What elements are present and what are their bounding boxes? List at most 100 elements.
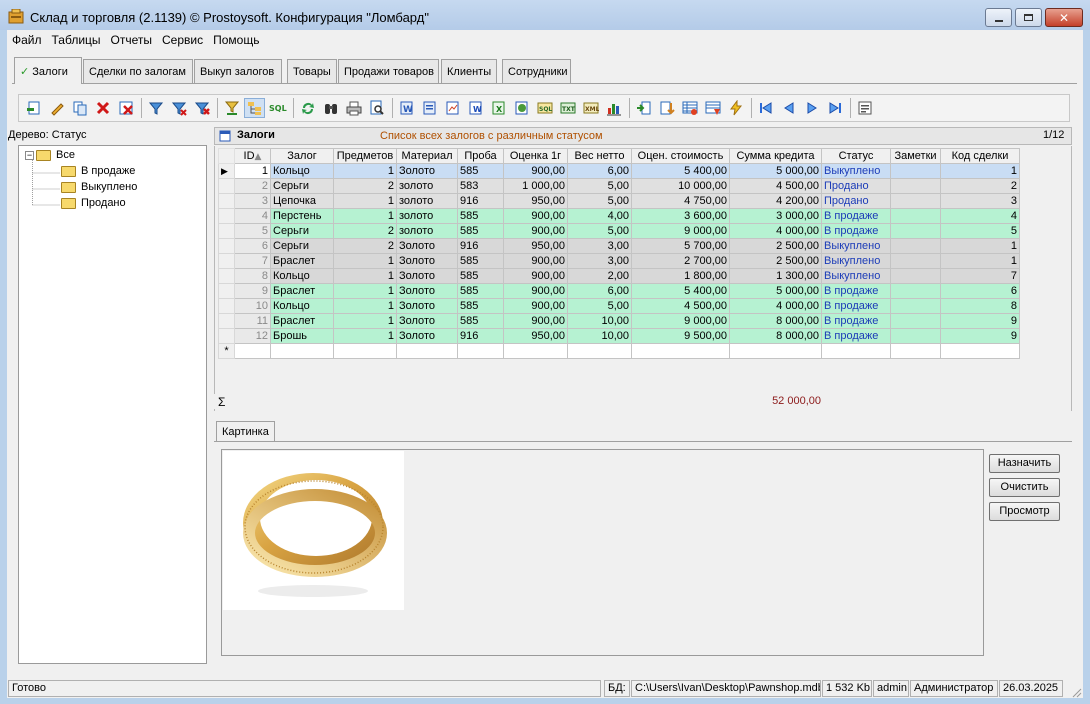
add-record-icon[interactable] xyxy=(23,98,44,118)
tab-pledge-deals[interactable]: Сделки по залогам xyxy=(83,59,193,83)
cell-item[interactable]: Перстень xyxy=(270,208,334,224)
cell-qty[interactable]: 1 xyxy=(333,283,397,299)
cell-notes[interactable] xyxy=(890,313,941,329)
cell-weight[interactable]: 5,00 xyxy=(567,223,632,239)
table-row[interactable]: 5 Серьги 2 золото 585 900,00 5,00 9 000,00 4 000… xyxy=(218,223,1020,239)
cell-status[interactable]: Выкуплено xyxy=(821,253,891,269)
tab-buyout[interactable]: Выкуп залогов xyxy=(194,59,282,83)
assign-button[interactable]: Назначить xyxy=(989,454,1060,473)
cell-status[interactable]: В продаже xyxy=(821,208,891,224)
cell-value[interactable]: 5 700,00 xyxy=(631,238,730,254)
table-row[interactable]: 2 Серьги 2 золото 583 1 000,00 5,00 10 000,00 4 … xyxy=(218,178,1020,194)
tab-picture[interactable]: Картинка xyxy=(216,421,275,442)
cell-id[interactable]: 9 xyxy=(234,283,271,299)
cell-item[interactable]: Кольцо xyxy=(270,298,334,314)
close-button[interactable]: ✕ xyxy=(1045,8,1083,27)
view-button[interactable]: Просмотр xyxy=(989,502,1060,521)
new-row-cell[interactable] xyxy=(729,343,822,359)
copy-record-icon[interactable] xyxy=(69,98,90,118)
cell-id[interactable]: 3 xyxy=(234,193,271,209)
col-value[interactable]: Оцен. стоимость xyxy=(631,148,730,164)
first-record-icon[interactable] xyxy=(755,98,776,118)
cell-notes[interactable] xyxy=(890,163,941,179)
row-indicator[interactable] xyxy=(218,238,235,254)
table-settings-icon[interactable] xyxy=(679,98,700,118)
cell-price[interactable]: 900,00 xyxy=(503,208,568,224)
edit-record-icon[interactable] xyxy=(46,98,67,118)
cell-value[interactable]: 1 800,00 xyxy=(631,268,730,284)
cell-value[interactable]: 10 000,00 xyxy=(631,178,730,194)
menu-file[interactable]: Файл xyxy=(7,30,47,50)
cell-deal[interactable]: 6 xyxy=(940,283,1020,299)
cell-status[interactable]: Выкуплено xyxy=(821,163,891,179)
cell-item[interactable]: Серьги xyxy=(270,223,334,239)
filter-add-icon[interactable] xyxy=(168,98,189,118)
binoculars-icon[interactable] xyxy=(320,98,341,118)
cell-mat[interactable]: Золото xyxy=(396,163,458,179)
cell-probe[interactable]: 585 xyxy=(457,313,504,329)
cell-item[interactable]: Серьги xyxy=(270,178,334,194)
new-row-cell[interactable] xyxy=(396,343,458,359)
export-html-icon[interactable] xyxy=(511,98,532,118)
cell-notes[interactable] xyxy=(890,223,941,239)
cell-credit[interactable]: 8 000,00 xyxy=(729,313,822,329)
table-row[interactable]: 8 Кольцо 1 Золото 585 900,00 2,00 1 800,00 1 300… xyxy=(218,268,1020,284)
col-qty[interactable]: Предметов xyxy=(333,148,397,164)
current-row-indicator[interactable]: ▶ xyxy=(218,163,235,179)
new-row-cell[interactable] xyxy=(890,343,941,359)
cell-id[interactable]: 1 xyxy=(234,163,271,179)
minimize-button[interactable] xyxy=(985,8,1012,27)
cell-qty[interactable]: 2 xyxy=(333,178,397,194)
tab-goods-sales[interactable]: Продажи товаров xyxy=(338,59,439,83)
cell-status[interactable]: Продано xyxy=(821,178,891,194)
new-row-cell[interactable] xyxy=(631,343,730,359)
cell-deal[interactable]: 1 xyxy=(940,163,1020,179)
tab-employees[interactable]: Сотрудники xyxy=(502,59,571,83)
cell-weight[interactable]: 3,00 xyxy=(567,238,632,254)
cell-credit[interactable]: 8 000,00 xyxy=(729,328,822,344)
cell-probe[interactable]: 585 xyxy=(457,298,504,314)
cell-value[interactable]: 2 700,00 xyxy=(631,253,730,269)
cell-value[interactable]: 4 500,00 xyxy=(631,298,730,314)
cell-value[interactable]: 5 400,00 xyxy=(631,283,730,299)
cell-qty[interactable]: 1 xyxy=(333,313,397,329)
cell-mat[interactable]: золото xyxy=(396,193,458,209)
cell-weight[interactable]: 10,00 xyxy=(567,313,632,329)
cell-notes[interactable] xyxy=(890,208,941,224)
cell-value[interactable]: 9 000,00 xyxy=(631,223,730,239)
cell-mat[interactable]: золото xyxy=(396,178,458,194)
cell-deal[interactable]: 2 xyxy=(940,178,1020,194)
cell-credit[interactable]: 4 200,00 xyxy=(729,193,822,209)
row-indicator[interactable] xyxy=(218,283,235,299)
table-row[interactable]: 10 Кольцо 1 Золото 585 900,00 5,00 4 500,00 4 00… xyxy=(218,298,1020,314)
cell-credit[interactable]: 3 000,00 xyxy=(729,208,822,224)
menu-help[interactable]: Помощь xyxy=(208,30,264,50)
col-price[interactable]: Оценка 1г xyxy=(503,148,568,164)
cell-mat[interactable]: Золото xyxy=(396,268,458,284)
cell-price[interactable]: 950,00 xyxy=(503,193,568,209)
cell-weight[interactable]: 6,00 xyxy=(567,283,632,299)
col-material[interactable]: Материал xyxy=(396,148,458,164)
cell-notes[interactable] xyxy=(890,328,941,344)
col-probe[interactable]: Проба xyxy=(457,148,504,164)
row-indicator[interactable] xyxy=(218,268,235,284)
cell-price[interactable]: 900,00 xyxy=(503,253,568,269)
cell-deal[interactable]: 9 xyxy=(940,328,1020,344)
chart-icon[interactable] xyxy=(603,98,624,118)
cell-price[interactable]: 900,00 xyxy=(503,223,568,239)
cell-price[interactable]: 900,00 xyxy=(503,298,568,314)
cell-id[interactable]: 5 xyxy=(234,223,271,239)
cell-price[interactable]: 900,00 xyxy=(503,283,568,299)
cell-probe[interactable]: 916 xyxy=(457,193,504,209)
cell-price[interactable]: 900,00 xyxy=(503,163,568,179)
new-row[interactable]: * xyxy=(218,343,1020,359)
export-txt-icon[interactable]: TXT xyxy=(557,98,578,118)
cell-notes[interactable] xyxy=(890,178,941,194)
cell-mat[interactable]: Золото xyxy=(396,283,458,299)
table-row[interactable]: 4 Перстень 1 золото 585 900,00 4,00 3 600,00 3 0… xyxy=(218,208,1020,224)
cell-qty[interactable]: 1 xyxy=(333,193,397,209)
maximize-button[interactable] xyxy=(1015,8,1042,27)
filter-tree-icon[interactable] xyxy=(221,98,242,118)
print-preview-icon[interactable] xyxy=(366,98,387,118)
clear-button[interactable]: Очистить xyxy=(989,478,1060,497)
